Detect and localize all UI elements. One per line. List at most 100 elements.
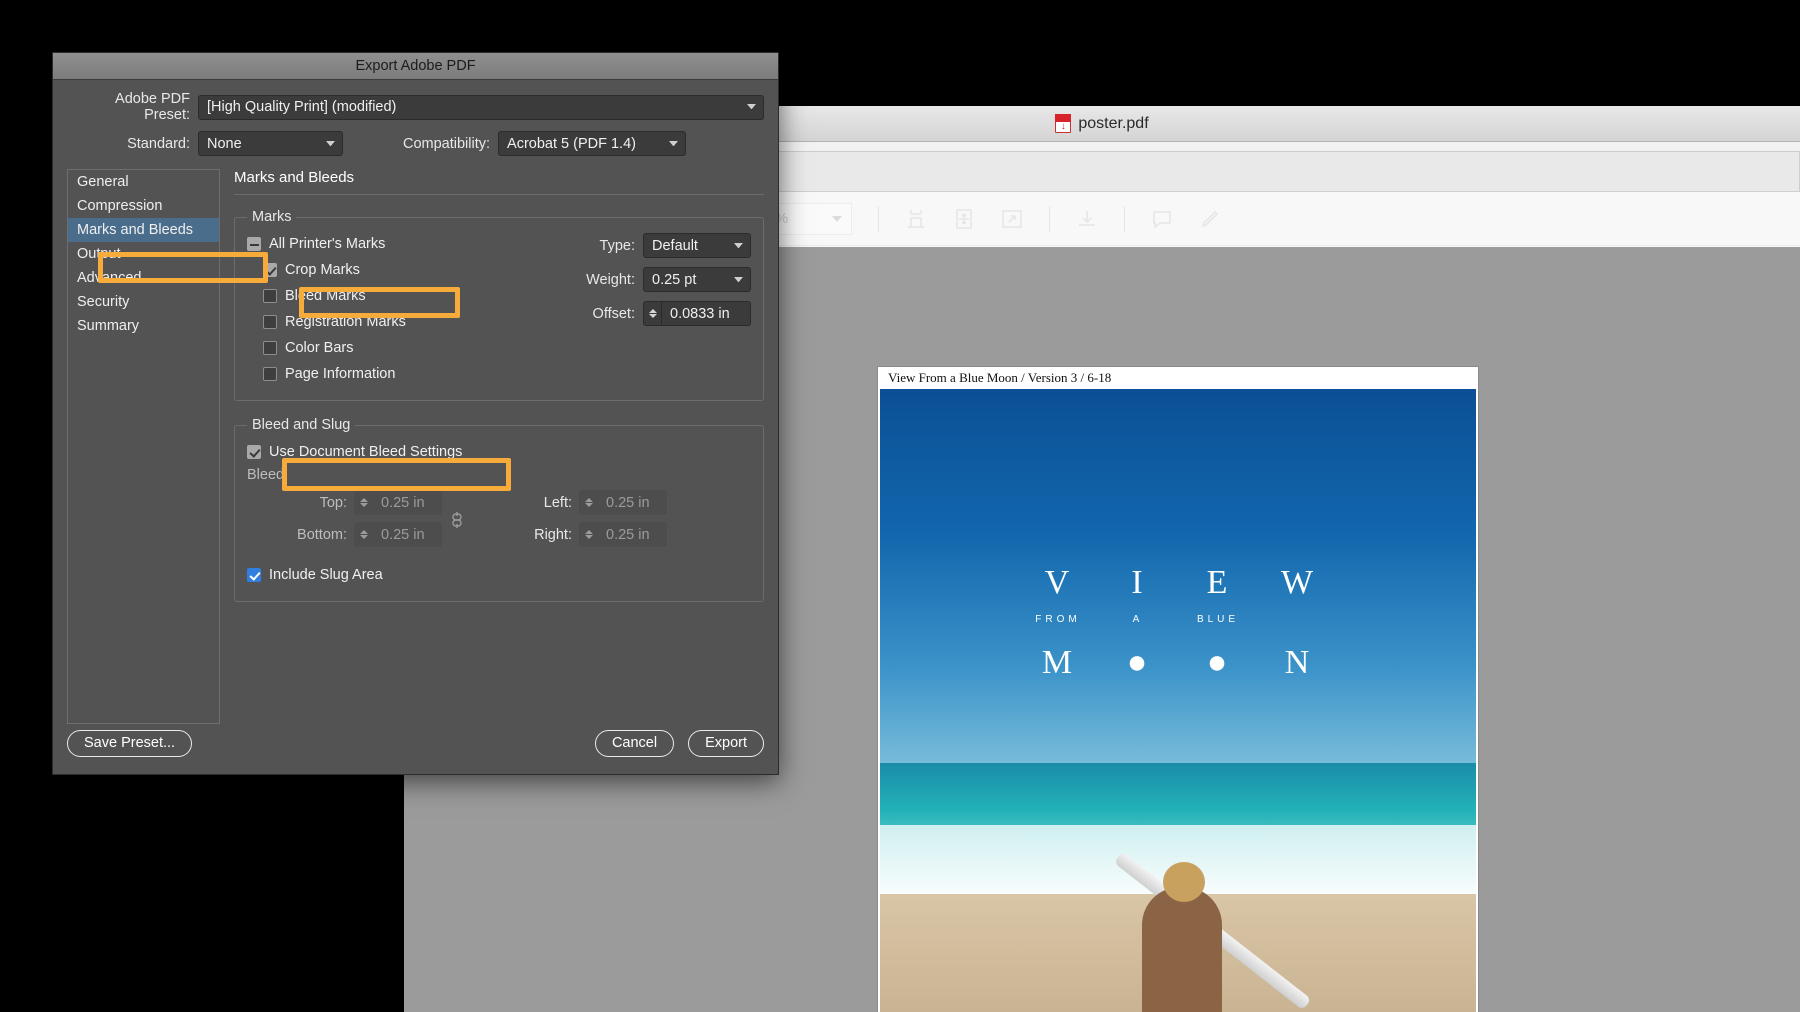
chevron-down-icon <box>669 141 678 147</box>
chevron-down-icon <box>734 277 743 283</box>
comment-icon[interactable] <box>1145 202 1179 236</box>
chevron-down-icon <box>326 141 335 147</box>
marks-group-legend: Marks <box>247 209 296 225</box>
standard-select[interactable]: None <box>198 131 343 156</box>
compatibility-label: Compatibility: <box>403 136 490 152</box>
poster-letter: V <box>1018 564 1098 602</box>
weight-select[interactable]: 0.25 pt <box>643 267 751 292</box>
bleed-bottom-label: Bottom: <box>283 527 347 543</box>
window-title: poster.pdf <box>1078 115 1148 133</box>
crop-marks-row[interactable]: Crop Marks <box>247 257 485 283</box>
highlight-icon[interactable] <box>1193 202 1227 236</box>
marks-group: Marks All Printer's Marks Crop Marks <box>234 209 764 401</box>
include-slug-area-label: Include Slug Area <box>269 567 383 583</box>
poster-artwork: V I E W FROM A BLUE M ● ● N <box>880 389 1476 1012</box>
poster-word: BLUE <box>1178 614 1258 625</box>
pdf-file-icon <box>1055 114 1071 133</box>
registration-marks-checkbox[interactable] <box>263 315 277 329</box>
registration-marks-row[interactable]: Registration Marks <box>247 309 485 335</box>
poster-letter: I <box>1098 564 1178 602</box>
bleed-marks-row[interactable]: Bleed Marks <box>247 283 485 309</box>
sidebar-item-security[interactable]: Security <box>68 290 219 314</box>
bleed-and-slug-group: Bleed and Slug Use Document Bleed Settin… <box>234 417 764 602</box>
bleed-right-input: 0.25 in <box>579 522 667 547</box>
chevron-down-icon <box>747 104 756 110</box>
bleed-top-row: Top: 0.25 in <box>247 490 442 515</box>
save-preset-button[interactable]: Save Preset... <box>67 730 192 757</box>
sidebar-item-compression[interactable]: Compression <box>68 194 219 218</box>
page-information-row[interactable]: Page Information <box>247 361 485 387</box>
bleed-top-stepper <box>355 491 373 514</box>
poster-letter: N <box>1258 644 1338 682</box>
bleed-fields-grid: Top: 0.25 in Bottom: 0.25 in <box>247 490 751 554</box>
registration-marks-label: Registration Marks <box>285 314 406 330</box>
poster-letter: E <box>1178 564 1258 602</box>
toolbar-divider <box>878 206 879 232</box>
offset-stepper[interactable] <box>644 302 662 325</box>
crop-marks-checkbox[interactable] <box>263 263 277 277</box>
standard-value: None <box>207 136 242 152</box>
offset-label: Offset: <box>573 306 635 322</box>
bleed-marks-checkbox[interactable] <box>263 289 277 303</box>
bleed-bottom-input: 0.25 in <box>354 522 442 547</box>
sidebar-item-summary[interactable]: Summary <box>68 314 219 338</box>
cancel-button[interactable]: Cancel <box>595 730 674 757</box>
preset-label: Adobe PDF Preset: <box>67 91 190 123</box>
include-slug-area-checkbox[interactable] <box>247 568 261 582</box>
weight-value: 0.25 pt <box>652 272 696 288</box>
type-label: Type: <box>573 238 635 254</box>
sidebar-item-output[interactable]: Output <box>68 242 219 266</box>
dialog-body: General Compression Marks and Bleeds Out… <box>53 169 778 724</box>
poster-title-line-2: FROM A BLUE <box>880 614 1476 625</box>
bleed-top-input: 0.25 in <box>354 490 442 515</box>
bleed-and-slug-legend: Bleed and Slug <box>247 417 355 433</box>
bleed-right-value: 0.25 in <box>598 527 658 543</box>
compatibility-value: Acrobat 5 (PDF 1.4) <box>507 136 636 152</box>
poster-title-line-1: V I E W <box>880 564 1476 602</box>
full-screen-icon[interactable] <box>995 202 1029 236</box>
poster-title-line-3: M ● ● N <box>880 644 1476 682</box>
export-button[interactable]: Export <box>688 730 764 757</box>
include-slug-area-row[interactable]: Include Slug Area <box>247 562 751 588</box>
offset-input[interactable]: 0.0833 in <box>643 301 751 326</box>
sidebar-item-general[interactable]: General <box>68 170 219 194</box>
page-information-checkbox[interactable] <box>263 367 277 381</box>
type-row: Type: Default <box>485 233 751 258</box>
toolbar-divider <box>1049 206 1050 232</box>
bleed-left-row: Left: 0.25 in <box>472 490 667 515</box>
offset-value: 0.0833 in <box>662 306 738 322</box>
bleed-left-input: 0.25 in <box>579 490 667 515</box>
use-document-bleed-label: Use Document Bleed Settings <box>269 444 462 460</box>
poster-word <box>1258 614 1338 625</box>
slug-text: View From a Blue Moon / Version 3 / 6-18 <box>878 367 1478 389</box>
all-printers-marks-row[interactable]: All Printer's Marks <box>247 231 485 257</box>
fit-width-icon[interactable] <box>899 202 933 236</box>
color-bars-checkbox[interactable] <box>263 341 277 355</box>
bleed-left-stepper <box>580 491 598 514</box>
bleed-label: Bleed: <box>247 467 751 483</box>
all-printers-marks-checkbox[interactable] <box>247 237 261 251</box>
type-select[interactable]: Default <box>643 233 751 258</box>
preset-select[interactable]: [High Quality Print] (modified) <box>198 95 764 120</box>
use-document-bleed-checkbox[interactable] <box>247 445 261 459</box>
chain-link-icon[interactable] <box>442 509 472 536</box>
panel-divider <box>234 194 764 195</box>
use-document-bleed-row[interactable]: Use Document Bleed Settings <box>247 439 751 465</box>
standard-label: Standard: <box>67 136 190 152</box>
dialog-footer: Save Preset... Cancel Export <box>53 712 778 774</box>
bleed-right-row: Right: 0.25 in <box>472 522 667 547</box>
download-icon[interactable] <box>1070 202 1104 236</box>
poster-word: A <box>1098 614 1178 625</box>
fit-page-icon[interactable] <box>947 202 981 236</box>
sidebar-item-marks-and-bleeds[interactable]: Marks and Bleeds <box>68 218 219 242</box>
sidebar-item-advanced[interactable]: Advanced <box>68 266 219 290</box>
bleed-bottom-stepper <box>355 523 373 546</box>
poster-letter: ● <box>1178 644 1258 682</box>
compatibility-select[interactable]: Acrobat 5 (PDF 1.4) <box>498 131 686 156</box>
bleed-left-value: 0.25 in <box>598 495 658 511</box>
toolbar-divider <box>1124 206 1125 232</box>
bleed-top-value: 0.25 in <box>373 495 433 511</box>
preset-row: Adobe PDF Preset: [High Quality Print] (… <box>53 91 778 123</box>
color-bars-row[interactable]: Color Bars <box>247 335 485 361</box>
export-adobe-pdf-dialog: Export Adobe PDF Adobe PDF Preset: [High… <box>52 52 779 775</box>
